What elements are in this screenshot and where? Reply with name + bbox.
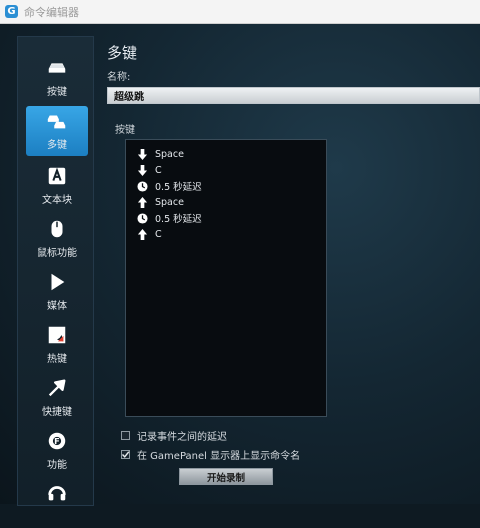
sidebar-item-label: 热键	[47, 354, 67, 365]
macro-steps-list[interactable]: Space C 0.5 秒延迟 Space 0.5 秒延迟 C	[125, 139, 327, 417]
text-block-icon	[48, 167, 66, 185]
multikey-icon	[47, 115, 66, 129]
list-item[interactable]: C	[137, 162, 162, 178]
show-on-gamepanel-checkbox[interactable]	[121, 450, 130, 459]
arrow-up-icon	[137, 196, 148, 208]
list-item[interactable]: 0.5 秒延迟	[137, 210, 202, 226]
name-label: 名称:	[107, 72, 131, 83]
headset-icon	[48, 486, 66, 501]
show-on-gamepanel-label: 在 GamePanel 显示器上显示命令名	[137, 451, 301, 462]
list-item[interactable]: C	[137, 226, 162, 242]
arrow-down-icon	[137, 148, 148, 160]
svg-text:F: F	[54, 436, 60, 446]
macro-step-text: 0.5 秒延迟	[155, 182, 202, 193]
sidebar-item-media[interactable]: 媒体	[26, 267, 88, 317]
macro-step-text: Space	[155, 196, 184, 208]
sidebar-item-label: 功能	[47, 460, 67, 471]
macro-step-text: Space	[155, 148, 184, 160]
start-recording-button[interactable]: 开始录制	[179, 468, 273, 485]
record-delays-checkbox[interactable]	[121, 431, 130, 440]
play-icon	[51, 273, 65, 291]
mouse-icon	[51, 220, 63, 238]
record-delays-label: 记录事件之间的延迟	[137, 432, 227, 443]
macro-step-text: C	[155, 228, 162, 240]
hotkey-icon	[48, 326, 66, 344]
logitech-logo-icon: G	[5, 5, 18, 18]
sidebar-item-hotkey[interactable]: 热键	[26, 320, 88, 370]
sidebar-item-mouse-function[interactable]: 鼠标功能	[26, 214, 88, 264]
clock-icon	[137, 180, 148, 192]
shortcut-arrow-icon	[48, 379, 66, 397]
arrow-down-icon	[137, 164, 148, 176]
page-title: 多键	[107, 44, 138, 62]
sidebar-item-label: 快捷键	[42, 407, 72, 418]
key-icon	[48, 63, 66, 73]
list-item[interactable]: Space	[137, 194, 184, 210]
sidebar-item-text-block[interactable]: 文本块	[26, 161, 88, 211]
command-editor-window: 按键 多键 文本块 鼠标功能 媒体 热键 快捷键 F 功能 多键 名称: 超级跳…	[0, 24, 480, 506]
keys-section-label: 按键	[115, 125, 135, 136]
window-title: 命令编辑器	[24, 5, 79, 19]
record-delays-option[interactable]: 记录事件之间的延迟	[121, 428, 227, 443]
list-item[interactable]: 0.5 秒延迟	[137, 178, 202, 194]
sidebar-item-headset[interactable]	[26, 478, 88, 528]
command-type-sidebar: 按键 多键 文本块 鼠标功能 媒体 热键 快捷键 F 功能	[17, 36, 94, 506]
sidebar-item-label: 文本块	[42, 195, 72, 206]
function-icon: F	[48, 432, 66, 450]
sidebar-item-multikey[interactable]: 多键	[26, 106, 88, 156]
sidebar-item-shortcut[interactable]: 快捷键	[26, 373, 88, 423]
list-item[interactable]: Space	[137, 146, 184, 162]
sidebar-item-label: 媒体	[47, 301, 67, 312]
arrow-up-icon	[137, 228, 148, 240]
command-name-input[interactable]	[107, 87, 480, 104]
checkmark-icon	[121, 451, 130, 458]
clock-icon	[137, 212, 148, 224]
sidebar-item-label: 多键	[47, 140, 67, 151]
show-on-gamepanel-option[interactable]: 在 GamePanel 显示器上显示命令名	[121, 447, 300, 462]
sidebar-item-function[interactable]: F 功能	[26, 426, 88, 476]
sidebar-item-keystroke[interactable]: 按键	[26, 53, 88, 103]
sidebar-item-label: 按键	[47, 87, 67, 98]
macro-step-text: 0.5 秒延迟	[155, 214, 202, 225]
title-bar: G 命令编辑器	[0, 0, 480, 24]
sidebar-item-label: 鼠标功能	[37, 248, 77, 259]
macro-step-text: C	[155, 164, 162, 176]
